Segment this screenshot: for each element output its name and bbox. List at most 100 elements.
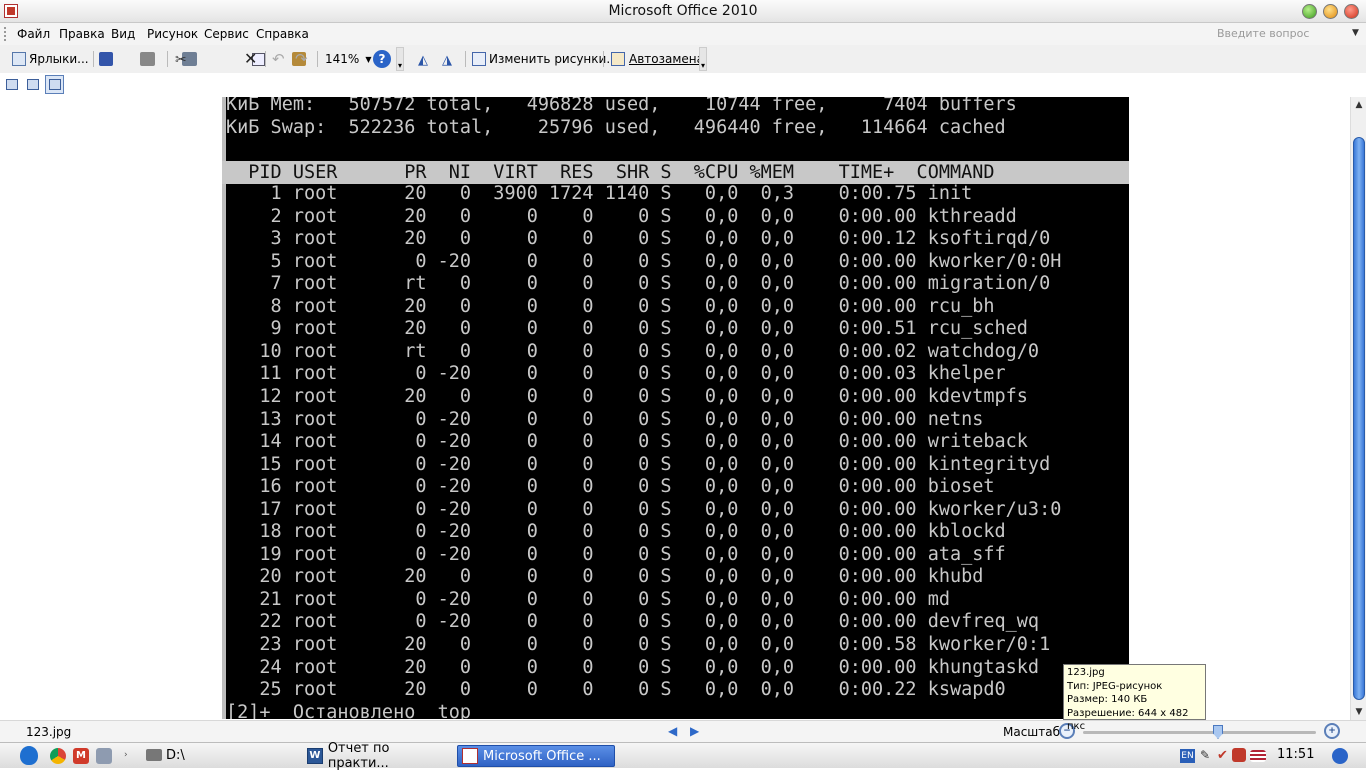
process-row: 14 root 0 -20 0 0 0 S 0,0 0,0 0:00.00 wr…	[226, 431, 1028, 453]
menu-file[interactable]: Файл	[17, 27, 50, 41]
delete-icon[interactable]: ✕	[244, 48, 257, 68]
file-info-tooltip: 123.jpg Тип: JPEG-рисунок Размер: 140 КБ…	[1063, 664, 1206, 732]
process-row: 20 root 20 0 0 0 0 S 0,0 0,0 0:00.00 khu…	[226, 566, 984, 588]
filmstrip-view-icon	[27, 79, 39, 90]
drive-icon[interactable]	[146, 749, 162, 761]
toolbar-separator	[465, 51, 466, 67]
process-row: 9 root 20 0 0 0 0 S 0,0 0,0 0:00.51 rcu_…	[226, 318, 1028, 340]
menu-picture[interactable]: Рисунок	[147, 27, 198, 41]
minimize-button[interactable]	[1302, 4, 1317, 19]
process-row: 3 root 20 0 0 0 0 S 0,0 0,0 0:00.12 ksof…	[226, 228, 1051, 250]
taskbar-clock[interactable]: 11:51	[1277, 747, 1314, 762]
zoom-slider-thumb[interactable]	[1213, 725, 1223, 739]
autocorrect-icon	[611, 52, 625, 66]
window-title: Microsoft Office 2010	[608, 3, 758, 19]
toolbar-overflow-button[interactable]: ▾	[396, 47, 404, 71]
task-word-document[interactable]: W Отчет по практи...	[303, 741, 453, 771]
process-row: 1 root 20 0 3900 1724 1140 S 0,0 0,3 0:0…	[226, 183, 973, 204]
antivirus-icon[interactable]: ✔	[1217, 748, 1229, 763]
process-row: 24 root 20 0 0 0 0 S 0,0 0,0 0:00.00 khu…	[226, 656, 1040, 678]
maximize-button[interactable]	[1323, 4, 1338, 19]
swap-summary-line: КиБ Swap: 522236 total, 25796 used, 4964…	[226, 116, 1006, 138]
edit-pictures-button[interactable]: Изменить рисунки...	[472, 49, 618, 69]
process-row: 25 root 20 0 0 0 0 S 0,0 0,0 0:00.22 ksw…	[226, 679, 1006, 701]
security-shield-icon[interactable]	[1232, 748, 1246, 762]
chevron-down-icon: ▼	[365, 54, 372, 64]
tooltip-filename: 123.jpg	[1067, 667, 1105, 678]
drive-label[interactable]: D:\	[166, 748, 185, 763]
picture-image: КиБ Mem: 507572 total, 496828 used, 1074…	[222, 97, 1129, 719]
process-row: 17 root 0 -20 0 0 0 S 0,0 0,0 0:00.00 kw…	[226, 498, 1062, 520]
zoom-label: Масштаб:	[1003, 725, 1065, 739]
close-button[interactable]	[1344, 4, 1359, 19]
toolbar-separator	[167, 51, 168, 67]
keyboard-layout-icon[interactable]: ✎	[1200, 748, 1214, 762]
edit-pictures-icon	[472, 52, 486, 66]
menu-grip	[4, 27, 7, 41]
scroll-up-icon[interactable]: ▲	[1351, 97, 1366, 113]
previous-picture-icon[interactable]: ◀	[668, 724, 677, 738]
rotate-right-icon[interactable]: ◮	[442, 50, 452, 70]
menu-view[interactable]: Вид	[111, 27, 135, 41]
process-row: 5 root 0 -20 0 0 0 S 0,0 0,0 0:00.00 kwo…	[226, 250, 1062, 272]
shortcuts-label: Ярлыки...	[29, 52, 89, 66]
app-launcher-icon[interactable]	[96, 748, 112, 764]
language-indicator[interactable]: EN	[1180, 749, 1195, 763]
menu-bar: Файл Правка Вид Рисунок Сервис Справка В…	[0, 23, 1366, 45]
rotate-left-icon[interactable]: ◭	[418, 50, 428, 70]
process-row: 7 root rt 0 0 0 0 S 0,0 0,0 0:00.00 migr…	[226, 273, 1051, 295]
next-picture-icon[interactable]: ▶	[690, 724, 699, 738]
mail-icon[interactable]: M	[73, 748, 89, 764]
toolbar-overflow-button[interactable]: ▾	[699, 47, 707, 71]
ask-question-input[interactable]: Введите вопрос	[1217, 27, 1309, 40]
toolbar-separator	[93, 51, 94, 67]
autocorrect-button[interactable]: Автозамена	[611, 49, 704, 69]
title-bar: Microsoft Office 2010	[0, 0, 1366, 23]
start-menu-icon[interactable]	[20, 746, 38, 765]
quicklaunch-more-icon[interactable]: ›	[124, 750, 140, 766]
menu-tools[interactable]: Сервис	[204, 27, 249, 41]
toolbar-separator	[265, 51, 266, 67]
menu-edit[interactable]: Правка	[59, 27, 105, 41]
process-row: 23 root 20 0 0 0 0 S 0,0 0,0 0:00.58 kwo…	[226, 634, 1051, 655]
scroll-down-icon[interactable]: ▼	[1351, 704, 1366, 720]
word-icon: W	[307, 748, 323, 764]
process-row: 21 root 0 -20 0 0 0 S 0,0 0,0 0:00.00 md	[226, 588, 950, 610]
scrollbar-thumb[interactable]	[1353, 137, 1365, 700]
redo-icon[interactable]: ↷	[295, 49, 308, 69]
process-row: 10 root rt 0 0 0 0 S 0,0 0,0 0:00.02 wat…	[226, 340, 1040, 362]
help-icon[interactable]: ?	[373, 50, 391, 68]
shortcuts-button[interactable]: Ярлыки...	[12, 49, 89, 69]
cut-icon[interactable]: ✂	[175, 50, 187, 70]
taskbar: M › D:\ W Отчет по практи... Microsoft O…	[0, 741, 1366, 771]
thumbnail-view-button[interactable]	[2, 75, 21, 94]
chrome-icon[interactable]	[50, 748, 66, 764]
process-row: 8 root 20 0 0 0 0 S 0,0 0,0 0:00.00 rcu_…	[226, 295, 995, 317]
task-word-label: Отчет по практи...	[327, 741, 390, 771]
office-picture-icon	[462, 748, 478, 764]
single-picture-view-button[interactable]	[45, 75, 64, 94]
search-icon[interactable]	[1332, 748, 1348, 764]
toolbar-separator	[603, 51, 604, 67]
terminal-footer-line: [2]+ Остановлено top	[226, 702, 472, 719]
shortcuts-icon	[12, 52, 26, 66]
task-office-label: Microsoft Office ...	[483, 748, 601, 764]
standard-toolbar: Ярлыки... ✂ ✕ ↶ ↷ 141% ▼ ? ▾ ◭ ◮ Изменит…	[0, 45, 1366, 73]
process-row: 11 root 0 -20 0 0 0 S 0,0 0,0 0:00.03 kh…	[226, 363, 1006, 385]
undo-icon[interactable]: ↶	[272, 49, 285, 69]
flag-icon[interactable]	[1250, 750, 1266, 762]
menu-help[interactable]: Справка	[256, 27, 309, 41]
filmstrip-view-button[interactable]	[23, 75, 42, 94]
print-icon[interactable]	[139, 52, 155, 66]
tooltip-resolution: Разрешение: 644 x 482 пкс	[1067, 707, 1189, 733]
process-row: 13 root 0 -20 0 0 0 S 0,0 0,0 0:00.00 ne…	[226, 408, 984, 430]
zoom-dropdown[interactable]: 141% ▼	[325, 49, 371, 69]
single-picture-view-icon	[49, 79, 61, 90]
ask-question-dropdown-icon[interactable]: ▼	[1352, 28, 1359, 38]
save-icon[interactable]	[99, 52, 113, 66]
vertical-scrollbar[interactable]: ▲ ▼	[1350, 97, 1366, 720]
process-row: 18 root 0 -20 0 0 0 S 0,0 0,0 0:00.00 kb…	[226, 521, 1006, 543]
mem-summary-line: КиБ Mem: 507572 total, 496828 used, 1074…	[226, 97, 1017, 115]
task-office-picture-manager[interactable]: Microsoft Office ...	[457, 745, 615, 767]
zoom-in-icon[interactable]: +	[1324, 723, 1340, 739]
